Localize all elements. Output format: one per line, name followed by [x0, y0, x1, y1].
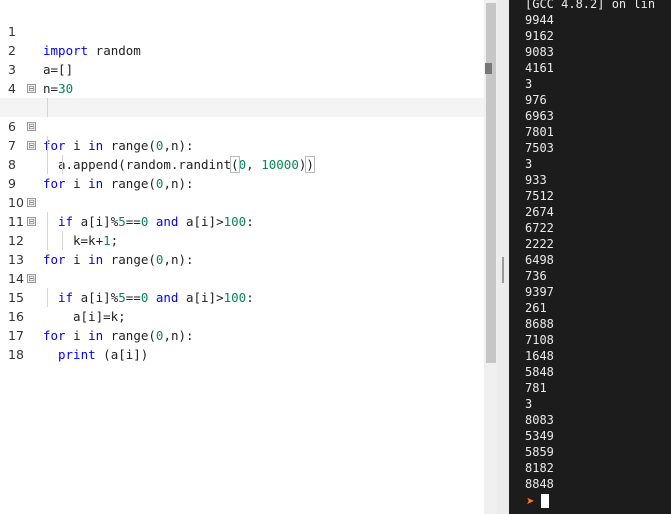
console-cursor[interactable]	[541, 494, 549, 508]
console-output-line: 7801	[525, 125, 554, 139]
console-output-line: 5859	[525, 445, 554, 459]
editor-line-10[interactable]: 10	[0, 174, 484, 210]
console-output-line: 7108	[525, 333, 554, 347]
console-header-text: [GCC 4.8.2] on lin	[525, 0, 656, 11]
fold-toggle-icon[interactable]: ⊟	[27, 141, 36, 150]
indent-guide	[47, 155, 48, 174]
console-output-line: 3	[525, 77, 533, 91]
editor-line-7[interactable]: 7 ⊟ for i in range(0,n):	[0, 117, 484, 191]
editor-line-8[interactable]: 8 ⊟ if a[i]%5==0 and a[i]>100:	[0, 136, 484, 229]
console-output-line: 9944	[525, 13, 554, 27]
console-output-line: 781	[525, 381, 547, 395]
console-output-line: 5349	[525, 429, 554, 443]
editor-line-14[interactable]: 14	[0, 250, 484, 286]
fold-toggle-icon[interactable]: ⊟	[27, 217, 36, 226]
console-output-line: 9397	[525, 285, 554, 299]
console-output-line: 2222	[525, 237, 554, 251]
prompt-arrow-icon: ➤	[526, 496, 535, 507]
editor-line-1[interactable]: 1 import random	[0, 3, 484, 58]
console-output-panel[interactable]: [GCC 4.8.2] on lin 9944 9162 9083 4161 3 976 6…	[509, 0, 671, 514]
editor-line-11[interactable]: 11 ⊟ for i in range(0,n):	[0, 193, 484, 267]
editor-line-13[interactable]: 13 a[i]=k;	[0, 231, 484, 324]
splitter-grip-handle[interactable]	[502, 257, 504, 283]
editor-line-16[interactable]: 16 print (a[i])	[0, 288, 484, 362]
indent-guide	[47, 136, 48, 155]
console-output-line: 6722	[525, 221, 554, 235]
console-output-line: 8182	[525, 461, 554, 475]
indent-guide	[47, 212, 48, 231]
console-output-line: 8688	[525, 317, 554, 331]
indent-guide	[47, 288, 48, 307]
console-output-line: 6963	[525, 109, 554, 123]
console-output-line: 4161	[525, 61, 554, 75]
console-output-line: 3	[525, 157, 533, 171]
code-text: print (a[i])	[58, 347, 149, 362]
console-output-line: 1648	[525, 349, 554, 363]
console-output-line: 9083	[525, 45, 554, 59]
editor-line-6-active[interactable]: 6 a.append(random.randint(0, 10000))	[0, 98, 484, 173]
console-output-line: 7512	[525, 189, 554, 203]
editor-scrollbar-marker	[485, 63, 492, 74]
editor-line-17[interactable]: 17	[0, 307, 484, 343]
console-output-line: 261	[525, 301, 547, 315]
editor-line-5[interactable]: 5 ⊟ for i in range(0,n):	[0, 79, 484, 153]
console-output-line: 2674	[525, 205, 554, 219]
editor-scrollbar-thumb[interactable]	[486, 3, 496, 363]
console-output-line: 9162	[525, 29, 554, 43]
console-output-line: 8848	[525, 477, 554, 491]
console-output-line: 736	[525, 269, 547, 283]
indent-guide	[47, 98, 48, 117]
fold-toggle-icon[interactable]: ⊟	[27, 274, 36, 283]
editor-line-18[interactable]: 18	[0, 326, 484, 362]
console-output-line: 933	[525, 173, 547, 187]
console-output-line: 5848	[525, 365, 554, 379]
editor-line-9[interactable]: 9 k=k+1;	[0, 155, 484, 248]
indent-guide	[47, 231, 48, 250]
fold-toggle-icon[interactable]: ⊟	[27, 122, 36, 131]
editor-line-4[interactable]: 4 k=0	[0, 60, 484, 115]
console-output-line: 3	[525, 397, 533, 411]
indent-guide	[62, 155, 63, 174]
editor-line-12[interactable]: 12 ⊟ if a[i]%5==0 and a[i]>100:	[0, 212, 484, 305]
console-output-line: 6498	[525, 253, 554, 267]
fold-toggle-icon[interactable]: ⊟	[27, 198, 36, 207]
editor-line-2[interactable]: 2 a=[]	[0, 22, 484, 77]
editor-line-3[interactable]: 3 n=30	[0, 41, 484, 96]
line-number: 18	[8, 347, 24, 362]
editor-line-15[interactable]: 15 ⊟ for i in range(0,n):	[0, 269, 484, 343]
console-output-line: 8083	[525, 413, 554, 427]
fold-toggle-icon[interactable]: ⊟	[27, 84, 36, 93]
indent-guide	[62, 231, 63, 250]
code-editor[interactable]: 1 import random 2 a=[] 3 n=30 4 k=0 5 ⊟ …	[0, 0, 484, 514]
console-output-line: 7503	[525, 141, 554, 155]
console-output-line: 976	[525, 93, 547, 107]
